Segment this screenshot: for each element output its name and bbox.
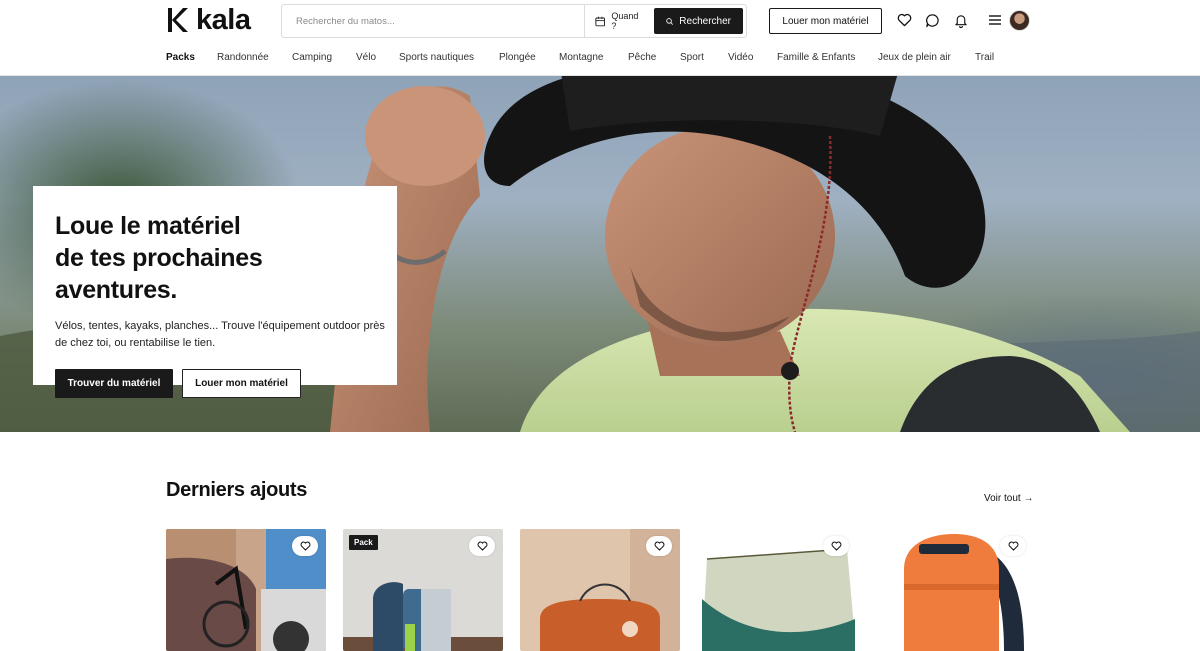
hero-card: Loue le matériel de tes prochaines avent… [33,186,397,398]
nav-item-montagne[interactable]: Montagne [559,52,603,63]
menu-icon [989,15,1001,25]
nav-item-packs[interactable]: Packs [166,52,195,63]
nav-item-famille-enfants[interactable]: Famille & Enfants [777,52,855,63]
listing-card[interactable] [166,529,326,651]
brand-name: kala [196,4,251,36]
search-bar: Quand ? Rechercher [281,4,747,38]
heart-icon [897,13,911,27]
listing-card[interactable] [874,529,1034,651]
nav-item-jeux-plein-air[interactable]: Jeux de plein air [878,52,951,63]
kala-logo-icon [168,8,188,32]
heart-icon [1008,541,1018,551]
when-label: Quand ? [611,11,639,31]
heart-icon [300,541,310,551]
hero-banner: Loue le matériel de tes prochaines avent… [0,76,1200,432]
nav-item-randonnee[interactable]: Randonnée [217,52,269,63]
heart-icon [831,541,841,551]
nav-item-trail[interactable]: Trail [975,52,994,63]
nav-item-camping[interactable]: Camping [292,52,332,63]
listing-card[interactable] [520,529,680,651]
hero-subtitle: Vélos, tentes, kayaks, planches... Trouv… [55,320,385,349]
hero-actions: Trouver du matériel Louer mon matériel [55,369,375,398]
notifications-button[interactable] [952,11,970,29]
hero-title-line-1: Loue le matériel [55,212,241,240]
bell-icon [955,14,967,28]
find-gear-button[interactable]: Trouver du matériel [55,369,173,398]
nav-item-sport[interactable]: Sport [680,52,704,63]
favorite-button[interactable] [1000,536,1026,556]
messages-button[interactable] [923,11,941,29]
date-picker[interactable]: Quand ? [584,5,654,37]
heart-icon [654,541,664,551]
latest-section-title: Derniers ajouts [166,479,308,501]
favorites-button[interactable] [895,11,913,29]
listing-card[interactable]: Pack [343,529,503,651]
favorite-button[interactable] [823,536,849,556]
favorite-button[interactable] [646,536,672,556]
category-nav: Packs Randonnée Camping Vélo Sports naut… [0,42,1200,76]
favorite-button[interactable] [292,536,318,556]
nav-item-video[interactable]: Vidéo [728,52,753,63]
nav-item-peche[interactable]: Pêche [628,52,656,63]
nav-item-sports-nautiques[interactable]: Sports nautiques [399,52,474,63]
nav-item-velo[interactable]: Vélo [356,52,376,63]
search-button[interactable]: Rechercher [654,8,743,34]
kala-logo[interactable]: kala [166,4,251,36]
favorite-button[interactable] [469,536,495,556]
menu-button[interactable] [986,11,1004,29]
rent-gear-button[interactable]: Louer mon matériel [769,8,882,34]
chat-icon [925,13,939,27]
search-icon [666,17,673,25]
calendar-icon [595,16,606,26]
hero-title: Loue le matériel de tes prochaines avent… [55,210,375,306]
listing-card[interactable] [697,529,857,651]
header: kala Quand ? Rechercher Louer mon matéri… [0,0,1200,42]
avatar[interactable] [1009,10,1030,31]
search-button-label: Rechercher [679,15,731,27]
see-all-link[interactable]: Voir tout → [984,493,1033,504]
rent-my-gear-button[interactable]: Louer mon matériel [182,369,301,398]
heart-icon [477,541,487,551]
pack-badge: Pack [349,535,378,550]
search-input[interactable] [282,5,584,37]
nav-item-plongee[interactable]: Plongée [499,52,536,63]
hero-title-line-2: de tes prochaines aventures. [55,244,263,304]
